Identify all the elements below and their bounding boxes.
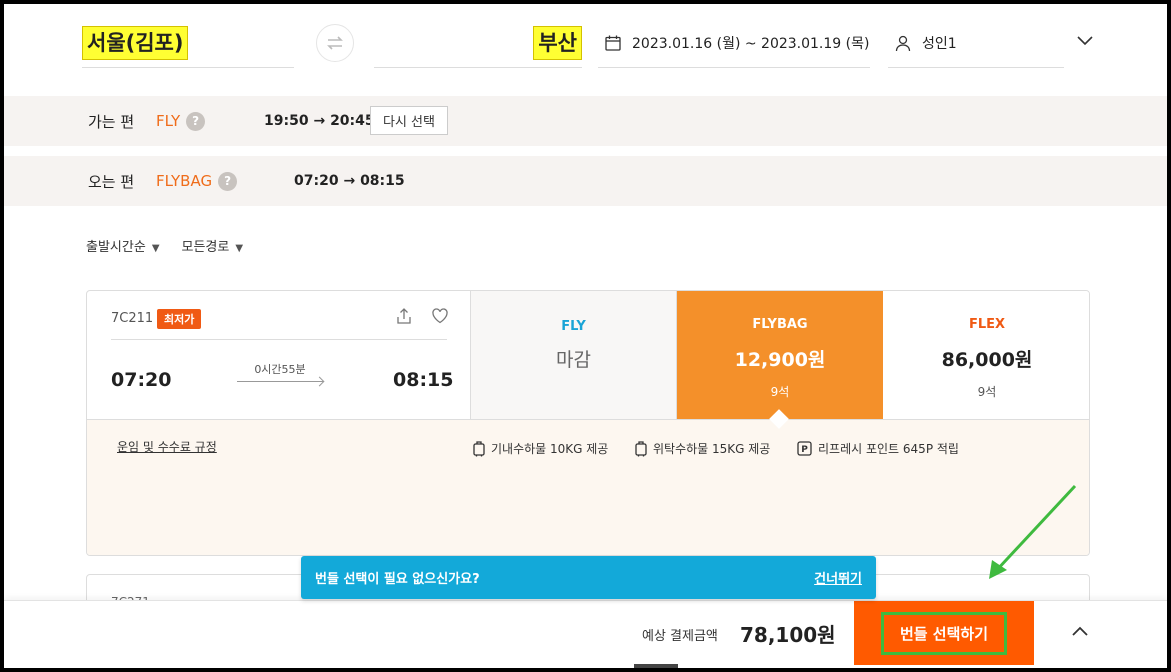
feature-label: 위탁수하물 15KG 제공 bbox=[653, 442, 771, 456]
flight-number: 7C211 bbox=[111, 311, 154, 326]
caret-down-icon: ▼ bbox=[151, 243, 160, 254]
return-fare-name: FLYBAG bbox=[156, 171, 213, 190]
passenger-value: 성인1 bbox=[922, 35, 957, 52]
departure-time: 07:20 bbox=[111, 369, 172, 391]
fare-name: FLY bbox=[561, 319, 586, 334]
date-field[interactable]: 2023.01.16 (월) ~ 2023.01.19 (목) bbox=[598, 18, 870, 68]
fare-price: 86,000원 bbox=[941, 349, 1033, 371]
fare-details: 운임 및 수수료 규정 기내수하물 10KG 제공 위탁수하물 15KG 제공 … bbox=[87, 419, 1089, 555]
fare-name: FLEX bbox=[968, 317, 1006, 332]
fare-option-fly: FLY 마감 bbox=[471, 291, 677, 419]
estimate-value: 78,100원 bbox=[740, 623, 836, 647]
feature-label: 기내수하물 10KG 제공 bbox=[491, 442, 609, 456]
annotation-arrow-icon bbox=[989, 484, 1077, 579]
bundle-toast: 번들 선택이 필요 없으신가요? 건너뛰기 bbox=[301, 556, 876, 599]
outbound-label: 가는 편 bbox=[88, 112, 135, 131]
chevron-down-icon[interactable] bbox=[1072, 28, 1098, 54]
outbound-depart-time: 19:50 bbox=[264, 113, 309, 129]
route-label: 모든경로 bbox=[181, 240, 230, 255]
flight-info: 7C211 최저가 07:20 0시간55분 08:15 bbox=[87, 291, 471, 419]
select-bundle-button[interactable]: 번들 선택하기 bbox=[854, 601, 1034, 665]
fare-seats: 9석 bbox=[977, 385, 997, 399]
lowest-price-badge: 최저가 bbox=[157, 309, 202, 329]
chevron-up-icon[interactable] bbox=[1068, 619, 1092, 643]
swap-route-button[interactable] bbox=[316, 24, 354, 62]
origin-value: 서울(김포) bbox=[82, 25, 189, 60]
destination-value: 부산 bbox=[533, 25, 582, 60]
reselect-button[interactable]: 다시 선택 bbox=[370, 106, 448, 135]
feature-checked-bag: 위탁수하물 15KG 제공 bbox=[635, 440, 770, 457]
calendar-icon bbox=[604, 34, 622, 52]
return-fare: FLYBAG? bbox=[156, 171, 238, 191]
swap-icon bbox=[327, 36, 343, 50]
person-icon bbox=[894, 34, 912, 52]
share-icon[interactable] bbox=[395, 307, 413, 325]
return-segment: 오는 편 FLYBAG? 07:20 → 08:15 bbox=[4, 156, 1167, 206]
arrow-right-icon: → bbox=[343, 173, 356, 189]
toast-message: 번들 선택이 필요 없으신가요? bbox=[315, 572, 480, 587]
search-bar: 서울(김포) 부산 2023.01.16 (월) ~ 2023.01.19 (목… bbox=[4, 4, 1167, 94]
return-label: 오는 편 bbox=[88, 172, 135, 191]
duration-arrow bbox=[237, 381, 323, 382]
feature-points: P 리프레시 포인트 645P 적립 bbox=[797, 440, 959, 457]
sort-dropdown[interactable]: 출발시간순 ▼ bbox=[86, 236, 160, 255]
return-arrive-time: 08:15 bbox=[360, 173, 405, 189]
help-icon[interactable]: ? bbox=[186, 111, 206, 131]
passenger-field[interactable]: 성인1 bbox=[888, 18, 1064, 68]
select-bundle-label: 번들 선택하기 bbox=[880, 611, 1008, 655]
return-times: 07:20 → 08:15 bbox=[294, 173, 405, 189]
arrival-time: 08:15 bbox=[393, 369, 454, 391]
luggage-icon bbox=[635, 440, 647, 456]
sort-label: 출발시간순 bbox=[86, 240, 146, 255]
fare-seats: 9석 bbox=[770, 385, 790, 399]
arrow-right-icon: → bbox=[313, 113, 326, 129]
caret-down-icon: ▼ bbox=[235, 243, 244, 254]
return-depart-time: 07:20 bbox=[294, 173, 339, 189]
page-frame: 서울(김포) 부산 2023.01.16 (월) ~ 2023.01.19 (목… bbox=[0, 0, 1171, 672]
checkout-bar: 예상 결제금액 78,100원 번들 선택하기 bbox=[4, 600, 1167, 668]
outbound-fare-name: FLY bbox=[156, 111, 181, 130]
route-dropdown[interactable]: 모든경로 ▼ bbox=[182, 236, 244, 255]
flight-card: 7C211 최저가 07:20 0시간55분 08:15 FLY 마감 FLYB… bbox=[86, 290, 1090, 556]
outbound-fare: FLY? bbox=[156, 111, 206, 131]
fare-price: 12,900원 bbox=[734, 349, 826, 371]
flight-duration: 0시간55분 bbox=[254, 363, 306, 376]
svg-text:P: P bbox=[801, 445, 808, 455]
outbound-arrive-time: 20:45 bbox=[330, 113, 375, 129]
filter-bar: 출발시간순 ▼ 모든경로 ▼ bbox=[86, 236, 243, 255]
luggage-icon bbox=[473, 440, 485, 456]
fare-option-flybag[interactable]: FLYBAG 12,900원 9석 bbox=[677, 291, 883, 419]
fare-name: FLYBAG bbox=[752, 317, 808, 332]
skip-link[interactable]: 건너뛰기 bbox=[814, 568, 862, 587]
points-icon: P bbox=[797, 441, 812, 456]
fare-option-flex[interactable]: FLEX 86,000원 9석 bbox=[883, 291, 1089, 419]
origin-field[interactable]: 서울(김포) bbox=[82, 18, 294, 68]
scroll-indicator bbox=[634, 664, 678, 668]
heart-icon[interactable] bbox=[431, 307, 449, 325]
feature-label: 리프레시 포인트 645P 적립 bbox=[818, 442, 959, 456]
destination-field[interactable]: 부산 bbox=[374, 18, 582, 68]
fare-rules-link[interactable]: 운임 및 수수료 규정 bbox=[117, 438, 217, 455]
date-value: 2023.01.16 (월) ~ 2023.01.19 (목) bbox=[632, 35, 870, 52]
fare-status: 마감 bbox=[556, 349, 591, 371]
outbound-segment: 가는 편 FLY? 19:50 → 20:45 다시 선택 bbox=[4, 96, 1167, 146]
help-icon[interactable]: ? bbox=[218, 171, 238, 191]
divider bbox=[111, 339, 447, 340]
feature-carry-on: 기내수하물 10KG 제공 bbox=[473, 440, 608, 457]
estimate-label: 예상 결제금액 bbox=[642, 629, 718, 644]
outbound-times: 19:50 → 20:45 bbox=[264, 113, 375, 129]
